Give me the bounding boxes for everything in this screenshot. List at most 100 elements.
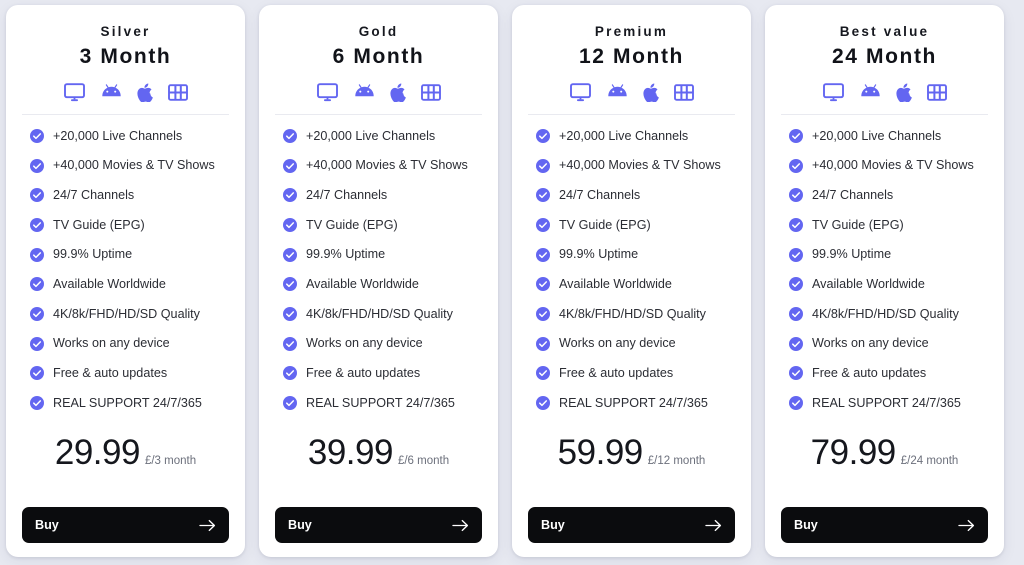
feature-item: Free & auto updates [528,358,735,388]
check-circle-icon [536,129,550,143]
plan-tier-name: Best value [839,24,930,39]
feature-item: Works on any device [528,329,735,359]
android-icon [606,83,627,102]
feature-label: 24/7 Channels [559,188,641,203]
platform-icon-row [528,83,735,103]
feature-list: +20,000 Live Channels +40,000 Movies & T… [781,121,988,418]
monitor-icon [569,83,591,102]
feature-label: +40,000 Movies & TV Shows [306,158,468,173]
feature-label: 24/7 Channels [53,188,135,203]
pricing-card-best-value[interactable]: Best value 24 Month +20,000 Live Channel… [765,5,1004,557]
film-strip-icon [673,83,694,102]
feature-item: 99.9% Uptime [22,240,229,270]
buy-button[interactable]: Buy [22,507,229,543]
android-icon [859,83,880,102]
monitor-icon [316,83,338,102]
feature-item: Available Worldwide [528,269,735,299]
check-circle-icon [30,188,44,203]
plan-duration: 3 Month [79,44,172,68]
feature-label: Available Worldwide [559,277,672,292]
feature-item: 4K/8k/FHD/HD/SD Quality [781,299,988,329]
film-strip-icon [167,83,188,102]
feature-item: +40,000 Movies & TV Shows [22,151,229,181]
feature-item: +20,000 Live Channels [528,121,735,151]
feature-label: Available Worldwide [812,277,925,292]
feature-item: 99.9% Uptime [275,240,482,270]
pricing-card-gold[interactable]: Gold 6 Month +20,000 Live Channels +40,0… [259,5,498,557]
buy-button-label: Buy [35,518,59,532]
feature-label: Available Worldwide [306,277,419,292]
price-row: 79.99 £/24 month [781,435,988,470]
check-circle-icon [536,188,550,203]
buy-button[interactable]: Buy [275,507,482,543]
feature-label: Works on any device [306,336,423,351]
feature-label: TV Guide (EPG) [559,217,651,232]
feature-list: +20,000 Live Channels +40,000 Movies & T… [528,121,735,418]
feature-item: REAL SUPPORT 24/7/365 [275,388,482,418]
check-circle-icon [789,158,803,173]
feature-item: 24/7 Channels [781,180,988,210]
plan-duration: 6 Month [332,44,425,68]
check-circle-icon [536,277,550,292]
feature-label: 99.9% Uptime [306,247,386,262]
pricing-card-silver[interactable]: Silver 3 Month +20,000 Live Channels +40… [6,5,245,557]
price-row: 59.99 £/12 month [528,435,735,470]
feature-label: 99.9% Uptime [812,247,892,262]
check-circle-icon [789,129,803,143]
buy-button[interactable]: Buy [528,507,735,543]
check-circle-icon [30,366,44,381]
plan-tier-name: Gold [358,24,399,39]
arrow-right-icon [199,519,216,531]
check-circle-icon [536,158,550,173]
feature-item: 24/7 Channels [275,180,482,210]
feature-item: Available Worldwide [275,269,482,299]
feature-label: TV Guide (EPG) [812,217,904,232]
feature-item: 4K/8k/FHD/HD/SD Quality [275,299,482,329]
feature-item: 4K/8k/FHD/HD/SD Quality [22,299,229,329]
check-circle-icon [536,395,550,410]
check-circle-icon [30,277,44,292]
check-circle-icon [283,336,297,351]
feature-item: Free & auto updates [275,358,482,388]
check-circle-icon [536,306,550,321]
price-period: £/6 month [397,454,450,467]
plan-tier-name: Silver [100,24,151,39]
feature-label: REAL SUPPORT 24/7/365 [53,395,202,410]
check-circle-icon [283,158,297,173]
feature-label: Free & auto updates [559,366,674,381]
feature-item: TV Guide (EPG) [781,210,988,240]
feature-label: +20,000 Live Channels [559,128,689,143]
check-circle-icon [283,247,297,262]
feature-label: 99.9% Uptime [559,247,639,262]
check-circle-icon [283,306,297,321]
feature-label: +20,000 Live Channels [53,128,183,143]
buy-button-label: Buy [288,518,312,532]
feature-item: Available Worldwide [781,269,988,299]
feature-item: 24/7 Channels [528,180,735,210]
pricing-card-premium[interactable]: Premium 12 Month +20,000 Live Channels +… [512,5,751,557]
check-circle-icon [30,395,44,410]
feature-label: +20,000 Live Channels [306,128,436,143]
price-row: 39.99 £/6 month [275,435,482,470]
feature-label: Works on any device [812,336,929,351]
feature-label: +40,000 Movies & TV Shows [53,158,215,173]
feature-label: 99.9% Uptime [53,247,133,262]
feature-item: REAL SUPPORT 24/7/365 [22,388,229,418]
price-amount: 59.99 [557,432,644,472]
platform-icon-row [22,83,229,103]
buy-button-label: Buy [794,518,818,532]
feature-label: REAL SUPPORT 24/7/365 [306,395,455,410]
check-circle-icon [789,188,803,203]
check-circle-icon [536,336,550,351]
platform-icon-row [275,83,482,103]
arrow-right-icon [705,519,722,531]
feature-label: Free & auto updates [53,366,168,381]
feature-item: Works on any device [781,329,988,359]
feature-label: 4K/8k/FHD/HD/SD Quality [559,306,706,321]
check-circle-icon [283,366,297,381]
buy-button[interactable]: Buy [781,507,988,543]
monitor-icon [822,83,844,102]
feature-item: Available Worldwide [22,269,229,299]
price-amount: 79.99 [810,432,897,472]
feature-item: +20,000 Live Channels [781,121,988,151]
